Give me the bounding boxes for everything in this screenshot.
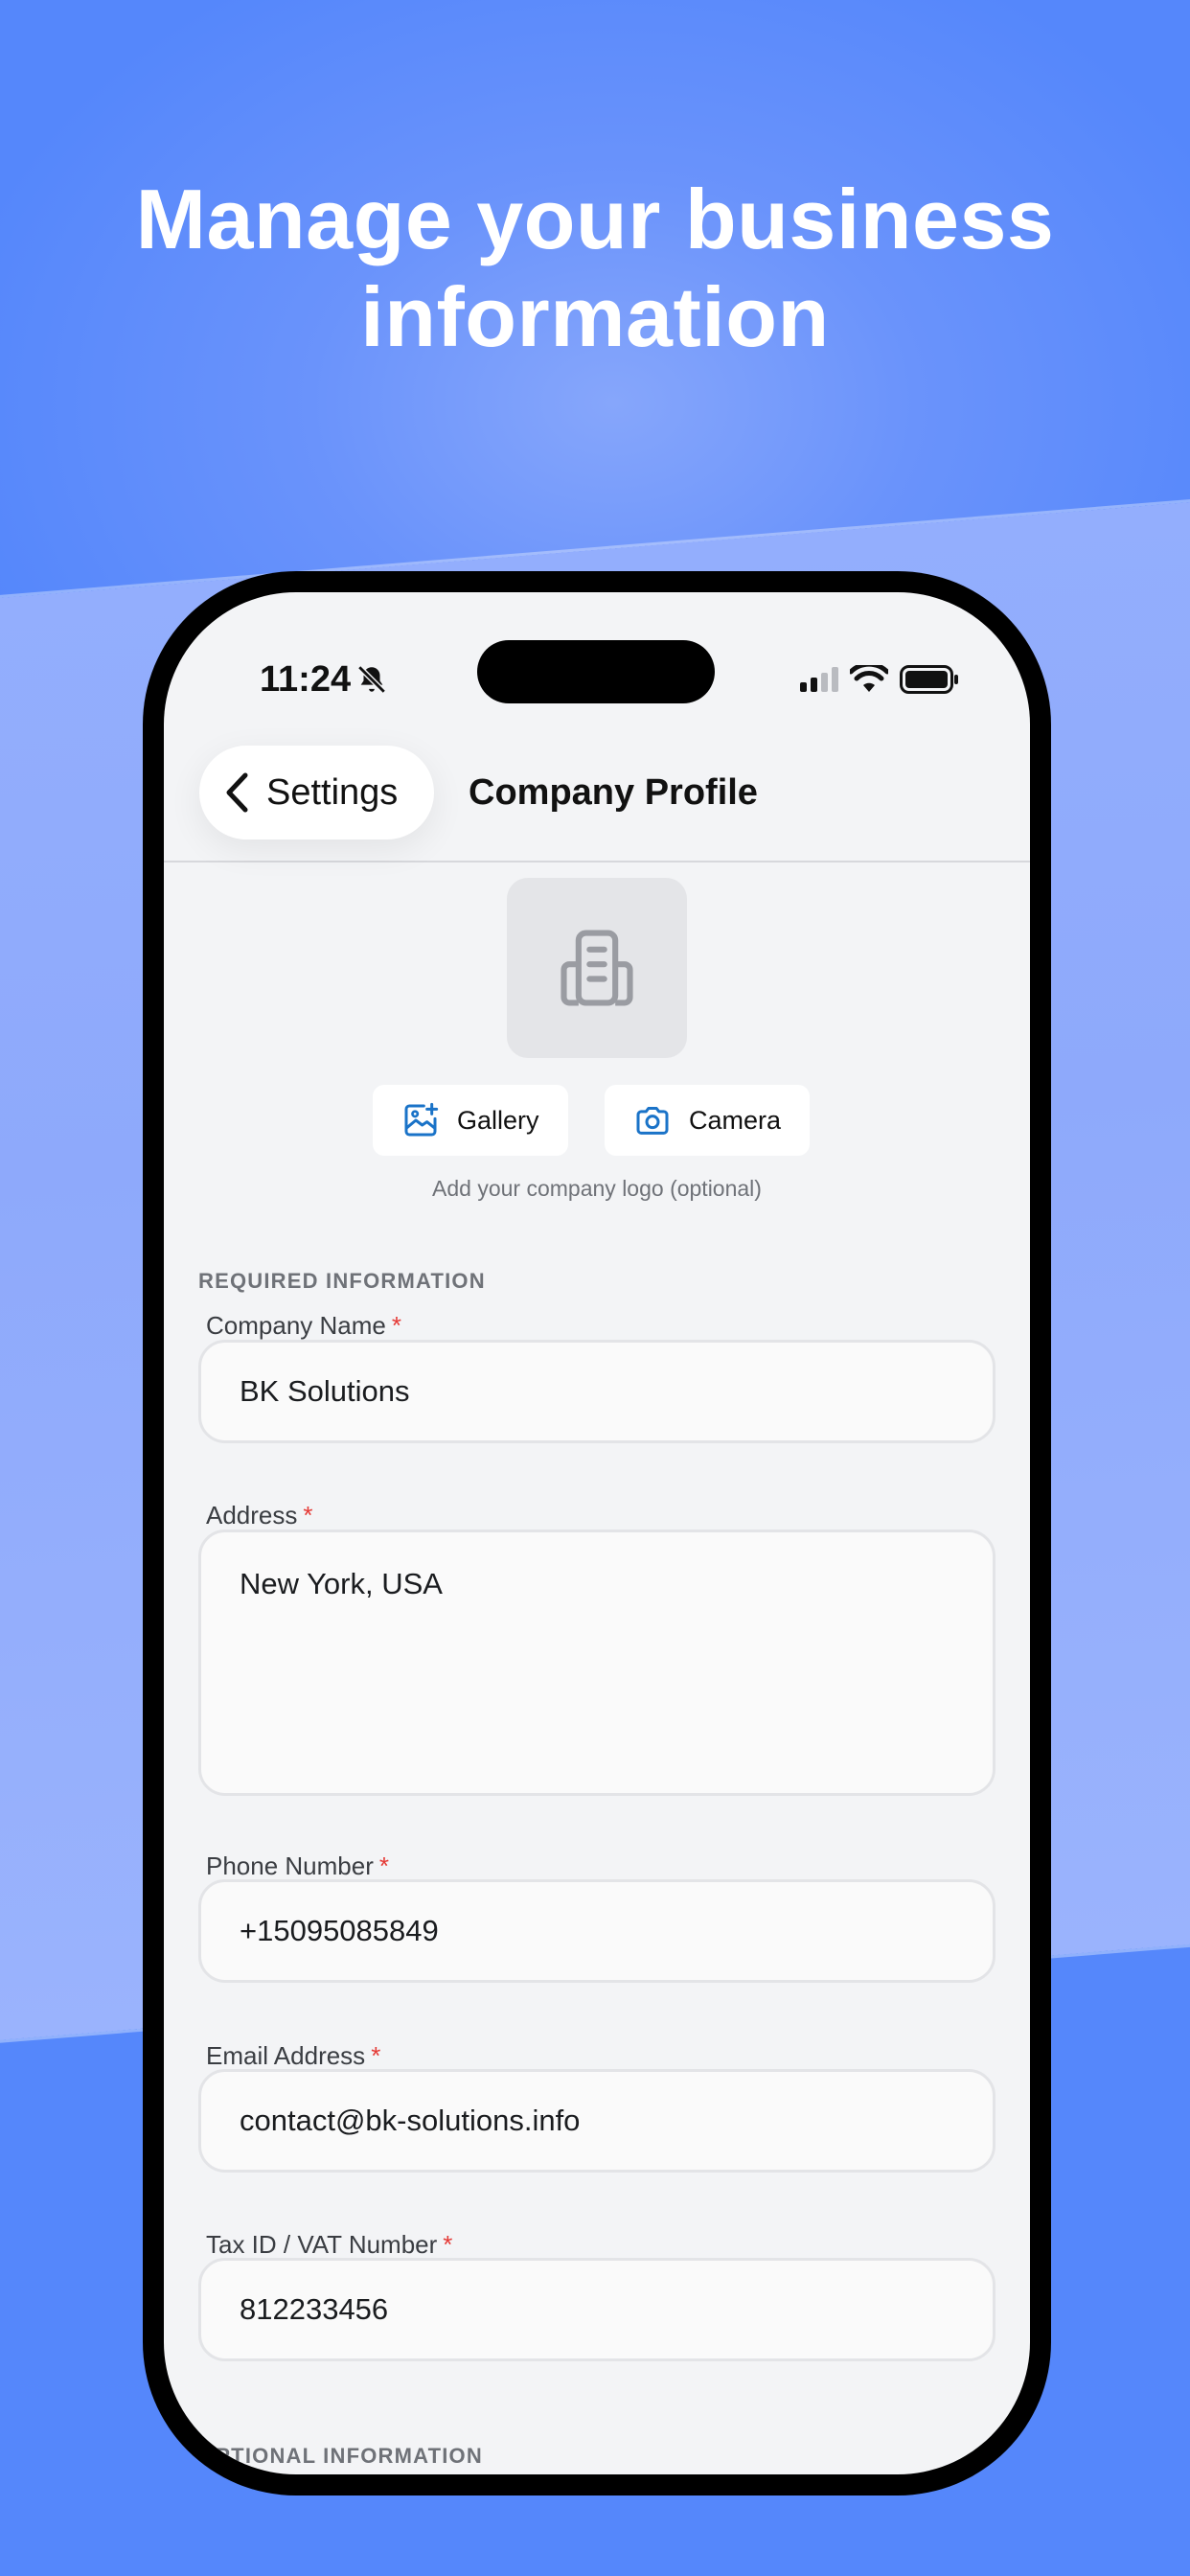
section-header-optional: OPTIONAL INFORMATION (198, 2444, 483, 2468)
status-time: 11:24 (260, 659, 352, 700)
phone-number-input[interactable]: +15095085849 (198, 1879, 995, 1983)
camera-button-label: Camera (689, 1105, 782, 1135)
address-textarea[interactable]: New York, USA (198, 1530, 995, 1796)
camera-button[interactable]: Camera (605, 1085, 811, 1156)
required-asterisk: * (371, 2041, 381, 2070)
tax-id-label: Tax ID / VAT Number * (206, 2230, 452, 2260)
required-asterisk: * (391, 1311, 401, 1340)
email-address-label: Email Address * (206, 2041, 380, 2071)
wifi-icon (850, 665, 888, 692)
back-button[interactable]: Settings (199, 746, 435, 840)
email-address-value: contact@bk-solutions.info (240, 2104, 581, 2137)
phone-number-label: Phone Number * (206, 1852, 389, 1881)
phone-number-label-text: Phone Number (206, 1852, 374, 1880)
headline: Manage your business information (0, 171, 1190, 366)
email-address-input[interactable]: contact@bk-solutions.info (198, 2069, 995, 2173)
phone-frame: 11:24 Settings Company Profile Gallery C… (143, 571, 1051, 2496)
company-name-label: Company Name * (206, 1311, 401, 1341)
tax-id-value: 812233456 (240, 2292, 389, 2326)
tax-id-label-text: Tax ID / VAT Number (206, 2230, 438, 2259)
phone-number-value: +15095085849 (240, 1914, 439, 1947)
building-icon (561, 930, 633, 1006)
email-address-label-text: Email Address (206, 2041, 366, 2070)
address-value: New York, USA (240, 1567, 443, 1600)
bell-slash-icon (357, 665, 386, 694)
address-label: Address * (206, 1501, 313, 1530)
headline-text: Manage your business information (135, 172, 1055, 364)
navigation-bar: Settings Company Profile (164, 726, 1030, 862)
logo-hint-text: Add your company logo (optional) (432, 1176, 762, 1201)
gallery-button[interactable]: Gallery (373, 1085, 568, 1156)
chevron-left-icon (226, 772, 248, 813)
company-name-label-text: Company Name (206, 1311, 386, 1340)
phone-screen: 11:24 Settings Company Profile Gallery C… (164, 592, 1030, 2474)
dynamic-island (477, 640, 715, 703)
section-header-required: REQUIRED INFORMATION (198, 1269, 486, 1293)
required-asterisk: * (303, 1501, 313, 1530)
company-logo-placeholder[interactable] (507, 878, 687, 1058)
image-add-icon (404, 1102, 439, 1137)
page-title: Company Profile (469, 772, 758, 813)
required-asterisk: * (378, 1852, 390, 1880)
address-label-text: Address (206, 1501, 298, 1530)
battery-icon (900, 665, 958, 694)
cellular-signal-icon (800, 667, 838, 692)
status-indicators (800, 665, 959, 694)
tax-id-input[interactable]: 812233456 (198, 2258, 995, 2361)
required-asterisk: * (443, 2230, 453, 2259)
gallery-button-label: Gallery (457, 1105, 539, 1135)
company-name-input[interactable]: BK Solutions (198, 1340, 995, 1443)
back-button-label: Settings (266, 771, 399, 813)
company-name-value: BK Solutions (240, 1374, 410, 1408)
camera-icon (636, 1107, 669, 1135)
